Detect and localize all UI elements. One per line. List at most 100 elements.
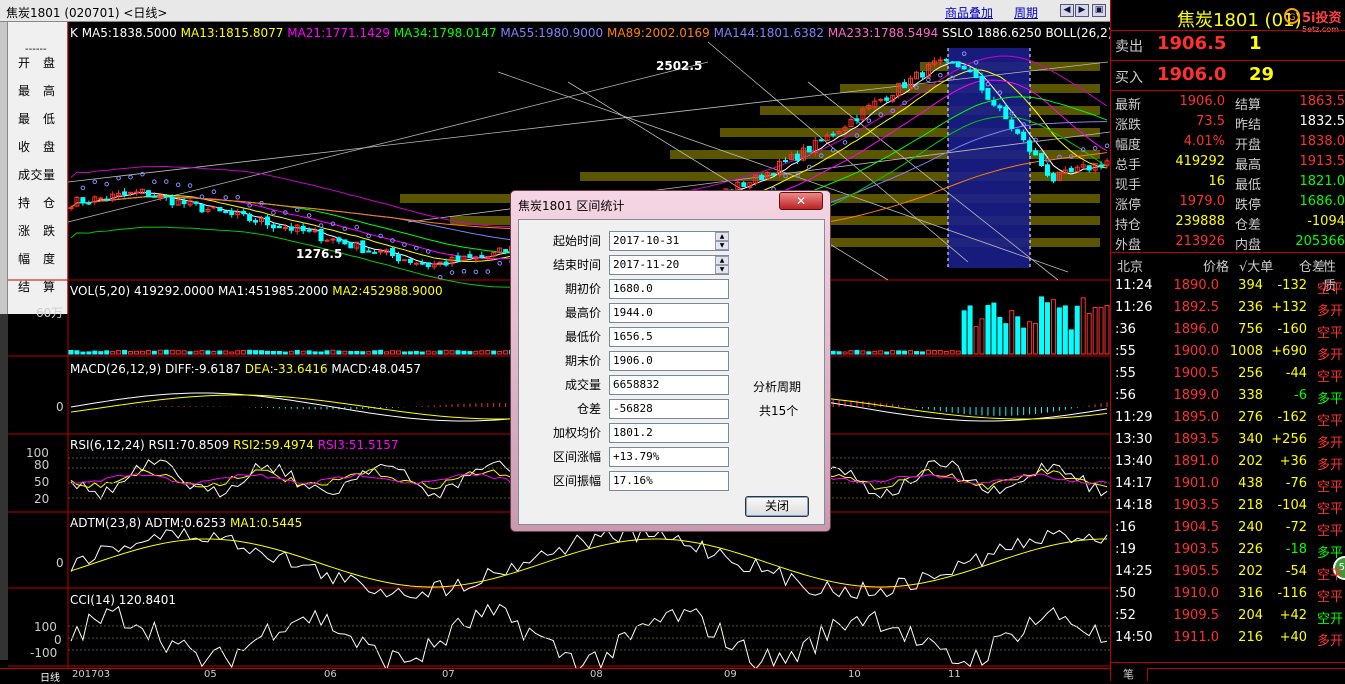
volume-bar	[848, 350, 854, 355]
volume-bar	[854, 349, 860, 355]
volume-field[interactable]: 6658832	[609, 375, 729, 395]
spin-up-icon: ▲	[715, 256, 729, 265]
quote-field-value: 1863.5	[1299, 94, 1345, 109]
candle-body	[366, 250, 372, 253]
sar-dot	[318, 223, 324, 228]
sell-price[interactable]: 1906.5	[1157, 33, 1226, 54]
candle-body	[943, 58, 949, 62]
dialog-body: 起始时间 2017-10-31 ▲ ▼ 结束时间 2017-11-20 ▲ ▼ 期初…	[518, 219, 825, 525]
trade-cell-k: 多开	[1317, 348, 1344, 363]
end-date-input[interactable]: 2017-11-20	[609, 255, 729, 275]
volume-bar	[247, 349, 253, 355]
oi-change-field[interactable]: -56828	[609, 399, 729, 419]
period-tab-daily[interactable]: 日线	[40, 669, 60, 684]
buy-price[interactable]: 1906.0	[1157, 64, 1226, 85]
volume-bar	[1039, 296, 1045, 355]
volume-bar	[282, 351, 288, 355]
volume-bar	[407, 351, 413, 355]
trade-cell-k: 多平	[1317, 546, 1344, 561]
volume-bar	[1104, 305, 1110, 355]
volume-bar	[330, 349, 336, 355]
trade-cell-d: +132	[1271, 300, 1307, 315]
fullscreen-icon[interactable]: ▣	[1092, 4, 1106, 17]
rsi-legend-item: RSI2:59.4974	[233, 438, 318, 452]
interval-stats-dialog: 焦炭1801 区间统计 ✕ 起始时间 2017-10-31 ▲ ▼ 结束时间 20…	[510, 190, 831, 532]
quote-field-label: 结算	[1235, 98, 1262, 113]
trade-cell-t: :55	[1115, 366, 1136, 381]
price-legend-item: K	[70, 26, 82, 40]
volume-bar	[997, 316, 1003, 355]
candle-body	[1050, 173, 1056, 182]
interval-amplitude-field[interactable]: 17.16%	[609, 471, 729, 491]
volume-bar	[128, 351, 134, 355]
buy-label: 买入	[1115, 70, 1143, 86]
candle-body	[169, 196, 175, 206]
chart-titlebar: 焦炭1801 (020701) <日线> 商品叠加 周期 ◀ ▶ ▣	[0, 0, 1110, 22]
open-price-field[interactable]: 1680.0	[609, 279, 729, 299]
candle-body	[437, 261, 443, 264]
trade-cell-v: 276	[1238, 410, 1263, 425]
quote-field-value: 1686.0	[1299, 194, 1345, 209]
period-link[interactable]: 周期	[1014, 4, 1038, 21]
volume-bar	[991, 302, 997, 355]
candle-body	[1039, 153, 1045, 167]
dialog-close-button[interactable]: ✕	[779, 192, 823, 210]
candle-body	[997, 105, 1003, 109]
candle-body	[1068, 167, 1074, 173]
high-price-field[interactable]: 1944.0	[609, 303, 729, 323]
volume-bar	[437, 350, 443, 355]
start-date-spinner[interactable]: ▲ ▼	[715, 232, 729, 250]
macd-legend-item: DEA:-33.6416	[244, 362, 332, 376]
candle-body	[1021, 131, 1027, 141]
start-date-input[interactable]: 2017-10-31	[609, 231, 729, 251]
interval-gain-field[interactable]: +13.79%	[609, 447, 729, 467]
volume-bar	[1015, 316, 1021, 355]
quote-field-value: 4.01%	[1183, 134, 1225, 149]
candle-body	[419, 262, 425, 265]
close-dialog-button[interactable]: 关闭	[745, 496, 809, 517]
prev-arrow-icon[interactable]: ◀	[1060, 4, 1074, 17]
trough-price-label: 1276.5	[296, 247, 343, 261]
low-price-field[interactable]: 1656.5	[609, 327, 729, 347]
volume-bar	[979, 318, 985, 355]
next-arrow-icon[interactable]: ▶	[1075, 4, 1089, 17]
trade-cell-t: 14:18	[1115, 498, 1153, 513]
volume-bar	[479, 350, 485, 355]
vwap-field[interactable]: 1801.2	[609, 423, 729, 443]
trade-cell-k: 多平	[1317, 392, 1344, 407]
volume-bar	[467, 351, 473, 355]
sar-dot	[354, 224, 360, 230]
trade-cell-k: 空平	[1317, 502, 1344, 517]
volume-bar	[1027, 321, 1033, 355]
footer-tab-tick[interactable]: 笔	[1123, 666, 1134, 682]
trade-cell-d: -132	[1277, 278, 1307, 293]
candle-body	[163, 195, 169, 198]
close-price-field[interactable]: 1906.0	[609, 351, 729, 371]
candle-body	[503, 249, 509, 253]
price-legend-item: MA21:1771.1429	[287, 26, 394, 40]
candle-body	[241, 210, 247, 215]
trade-cell-t: 14:25	[1115, 564, 1153, 579]
candle-body	[878, 98, 884, 101]
overlay-link[interactable]: 商品叠加	[945, 4, 993, 21]
volume-bar	[1033, 322, 1039, 355]
volume-bar	[300, 350, 306, 355]
candle-body	[288, 226, 294, 231]
volume-bar	[175, 350, 181, 355]
volume-bar	[151, 350, 157, 355]
trade-cell-d: +42	[1279, 608, 1307, 623]
candle-body	[98, 197, 104, 200]
trade-cell-k: 空平	[1317, 326, 1344, 341]
volume-bar	[908, 350, 914, 355]
candle-body	[973, 70, 979, 79]
quote-field-value: 419292	[1175, 154, 1225, 169]
vol-indicator-legend: VOL(5,20) 419292.0000 MA1:451985.2000 MA…	[70, 284, 443, 298]
volume-bar	[1074, 305, 1080, 355]
candle-body	[181, 200, 187, 205]
candle-body	[193, 201, 199, 204]
end-date-spinner[interactable]: ▲ ▼	[715, 256, 729, 274]
field-label-gain: 区间涨幅	[552, 450, 601, 464]
candle-body	[336, 237, 342, 242]
sell-label: 卖出	[1115, 39, 1143, 55]
left-scroll-edge[interactable]	[0, 22, 8, 314]
